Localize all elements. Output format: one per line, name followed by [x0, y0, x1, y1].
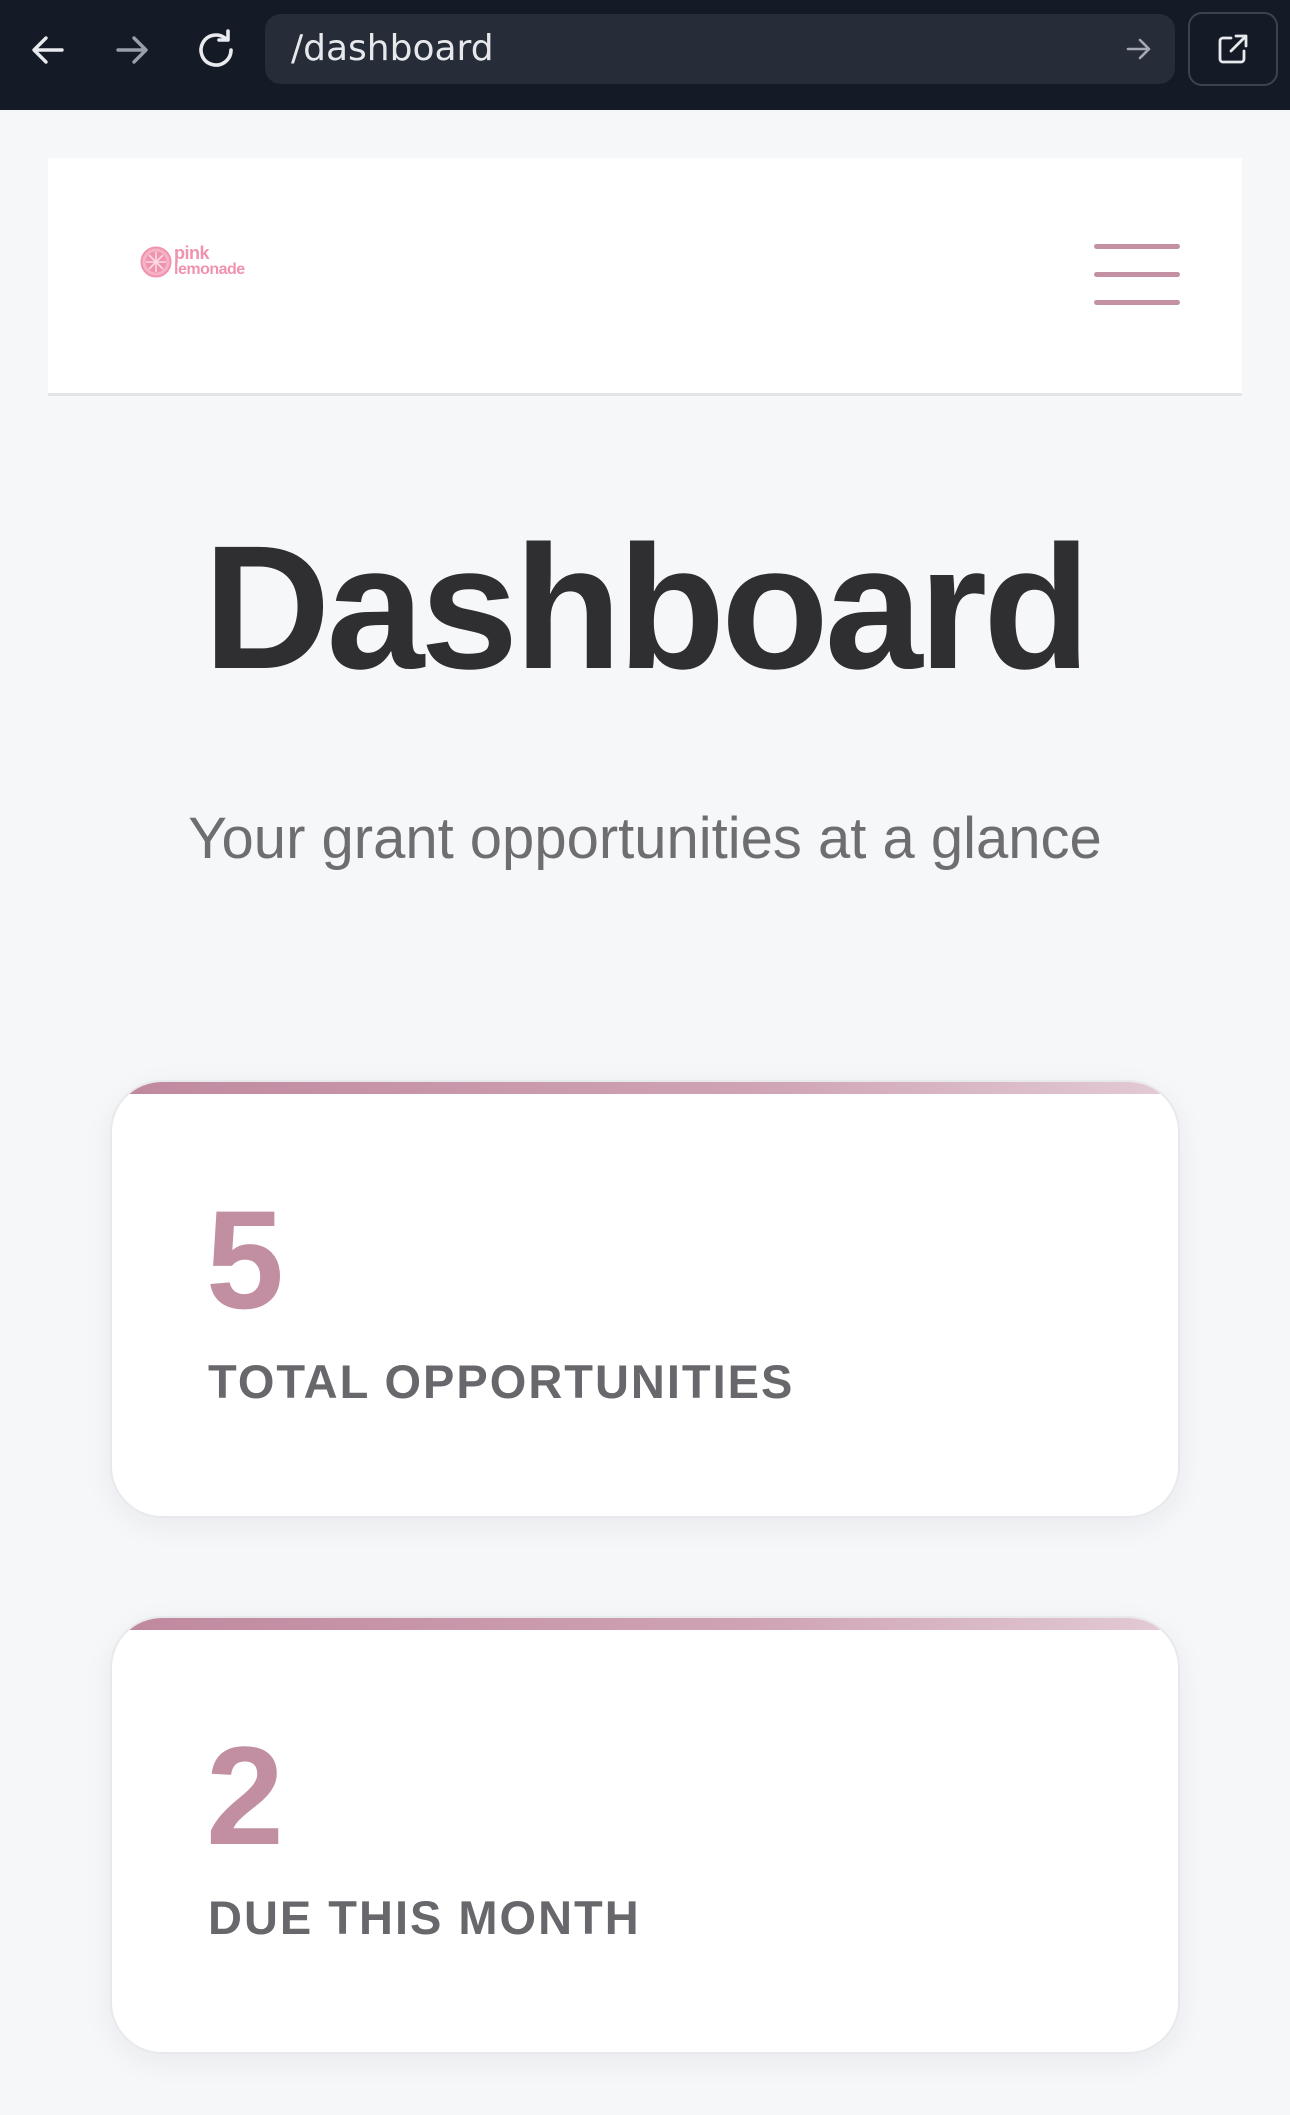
- card-accent-bar: [112, 1618, 1178, 1630]
- page-title: Dashboard: [203, 510, 1090, 706]
- go-arrow-icon: [1126, 38, 1151, 60]
- logo-word-pink: pink: [174, 243, 210, 263]
- menu-bar-middle: [1094, 272, 1180, 277]
- brand-logo[interactable]: pink lemonade: [140, 242, 260, 286]
- forward-button[interactable]: [104, 20, 160, 80]
- stat-value: 5: [206, 1181, 284, 1338]
- logo-word-lemonade: lemonade: [174, 261, 245, 278]
- page-subtitle: Your grant opportunities at a glance: [188, 806, 1102, 871]
- menu-bar-top: [1094, 244, 1180, 249]
- card-accent-bar: [112, 1082, 1178, 1094]
- browser-toolbar: /dashboard: [0, 0, 1290, 110]
- stat-label: TOTAL OPPORTUNITIES: [208, 1355, 795, 1408]
- stat-value: 2: [206, 1717, 284, 1874]
- reload-button[interactable]: [188, 20, 244, 80]
- page-title-container: Dashboard: [0, 520, 1290, 700]
- site-header: pink lemonade: [48, 158, 1242, 396]
- page-content: pink lemonade Dashboard Your grant oppor…: [0, 110, 1290, 2115]
- stat-card-total-opportunities[interactable]: 5 TOTAL OPPORTUNITIES: [110, 1080, 1180, 1518]
- stat-label: DUE THIS MONTH: [208, 1891, 641, 1944]
- open-external-button[interactable]: [1188, 12, 1278, 86]
- back-arrow-icon: [32, 36, 64, 64]
- address-bar[interactable]: /dashboard: [265, 14, 1175, 84]
- go-button[interactable]: [1121, 31, 1157, 67]
- stat-card-due-this-month[interactable]: 2 DUE THIS MONTH: [110, 1616, 1180, 2054]
- open-external-icon: [1218, 34, 1248, 64]
- lemon-slice-icon: [140, 246, 172, 278]
- forward-arrow-icon: [116, 36, 148, 64]
- menu-bar-bottom: [1094, 300, 1180, 305]
- reload-icon: [199, 29, 233, 67]
- url-text: /dashboard: [291, 28, 494, 69]
- hamburger-menu-button[interactable]: [1094, 244, 1182, 310]
- back-button[interactable]: [20, 20, 76, 80]
